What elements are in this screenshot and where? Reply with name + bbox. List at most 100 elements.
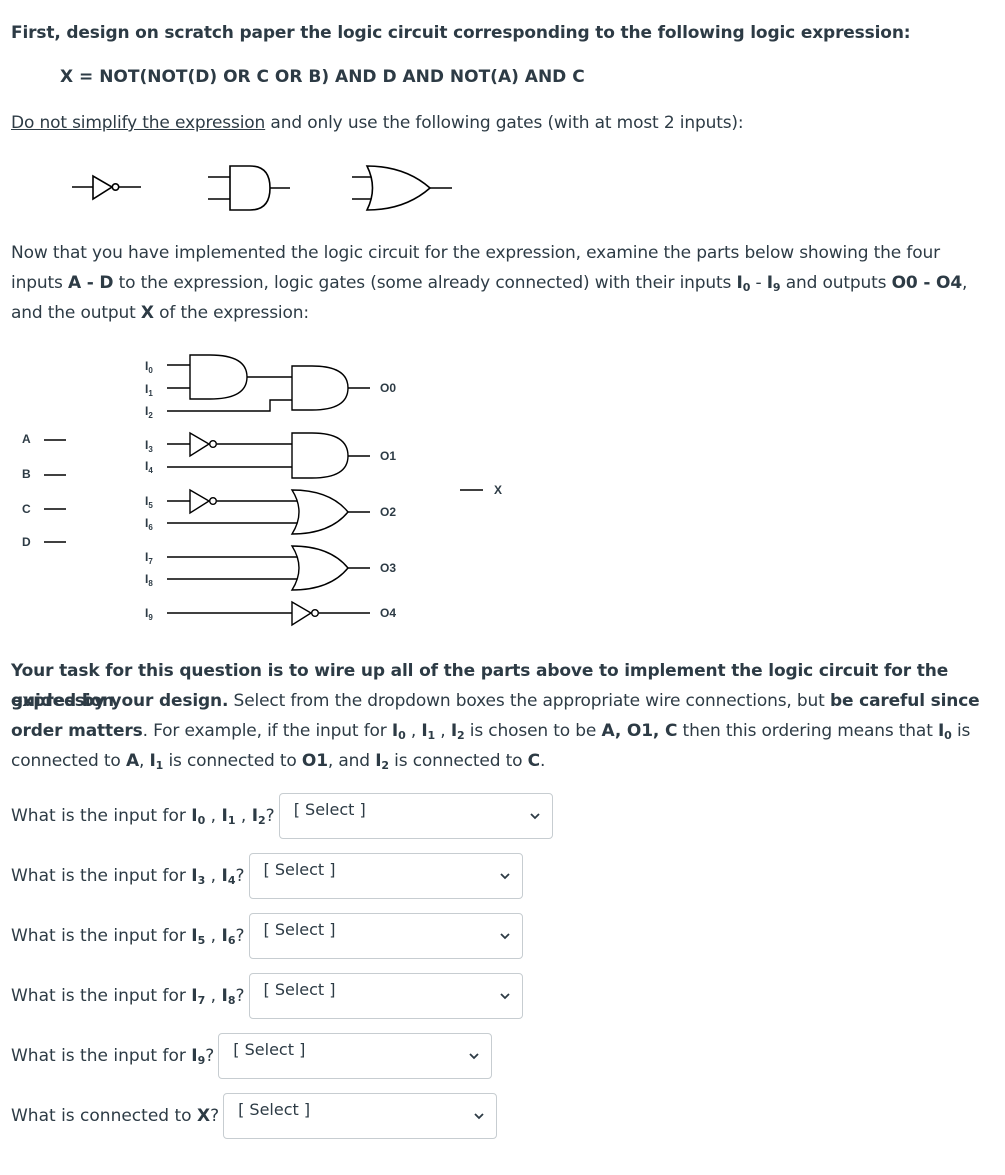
select-value: [ Select ] <box>293 800 366 819</box>
text: A, O1, C <box>601 721 678 741</box>
input-a-label: A <box>22 432 31 446</box>
chevron-down-icon <box>474 1113 484 1120</box>
i0-i1-i2-terms: I0 <box>391 721 406 742</box>
gate-restriction-rest: and only use the following gates (with a… <box>265 113 744 133</box>
label-i8: I8 <box>145 572 153 588</box>
text: C <box>527 751 540 771</box>
text: guided by your design. <box>11 691 229 711</box>
select-value: [ Select ] <box>263 860 336 879</box>
text: inputs <box>11 273 68 293</box>
gate-output-labels: O0 O1 O2 O3 O4 <box>380 381 396 620</box>
text: , <box>962 273 968 293</box>
text: connected to <box>11 751 126 771</box>
label-o1: O1 <box>380 449 396 463</box>
label-o0: O0 <box>380 381 396 395</box>
select-x[interactable]: [ Select ] <box>223 1093 498 1139</box>
question-i0-i1-i2: What is the input for I0 , I1 , I2? [ Se… <box>11 793 553 839</box>
text: is <box>951 721 971 741</box>
label-i6: I6 <box>145 516 153 532</box>
text: is connected to <box>163 751 302 771</box>
outputs-range: O0 - O4 <box>891 273 963 293</box>
i9-term: I9 <box>766 273 781 294</box>
and-gate-0a <box>167 354 292 400</box>
gate-restriction-text: Do not simplify the expression and only … <box>11 108 744 138</box>
label-i2: I2 <box>145 404 153 420</box>
gate-input-labels: I0 I1 I2 I3 I4 I5 I6 I7 I8 I9 <box>145 359 153 622</box>
text: and outputs <box>780 273 892 293</box>
input-d: D <box>22 535 66 549</box>
parts-description-line1: Now that you have implemented the logic … <box>11 243 940 263</box>
question-x: What is connected to X? [ Select ] <box>11 1093 498 1139</box>
label-output-x: X <box>494 483 502 497</box>
question-i9: What is the input for I9? [ Select ] <box>11 1033 493 1079</box>
or-gate-2 <box>167 488 370 535</box>
chevron-down-icon <box>530 813 540 820</box>
output-x-term: X <box>140 303 154 323</box>
question-label: What is the input for I5 , I6? <box>11 926 245 947</box>
label-o4: O4 <box>380 606 396 620</box>
not-gate-i9 <box>167 600 370 627</box>
select-i9[interactable]: [ Select ] <box>218 1033 493 1079</box>
parts-description-line2: inputs A - D to the expression, logic ga… <box>11 268 967 298</box>
text: - <box>750 273 767 293</box>
or-gate-3 <box>167 545 370 591</box>
input-b-label: B <box>22 467 31 481</box>
circuit-inputs: A B C D <box>22 432 66 549</box>
label-i7: I7 <box>145 550 153 566</box>
no-simplify-note: Do not simplify the expression <box>11 113 266 133</box>
input-c: C <box>22 502 66 516</box>
intro-instruction: First, design on scratch paper the logic… <box>11 23 911 43</box>
input-b: B <box>22 467 66 481</box>
label-o3: O3 <box>380 561 396 575</box>
question-label: What is the input for I9? <box>11 1046 215 1067</box>
text: O1 <box>301 751 328 771</box>
i2-term: I2 <box>375 751 389 772</box>
chevron-down-icon <box>499 933 510 940</box>
text: , and <box>327 751 376 771</box>
text: Select from the dropdown boxes the appro… <box>228 691 830 711</box>
question-i7-i8: What is the input for I7 , I8? [ Select … <box>11 973 523 1019</box>
chevron-down-icon <box>469 1053 479 1060</box>
not-gate-i3 <box>189 431 217 458</box>
and-gate-1 <box>167 431 370 479</box>
question-i3-i4: What is the input for I3 , I4? [ Select … <box>11 853 523 899</box>
text: then this ordering means that <box>677 721 938 741</box>
label-o2: O2 <box>380 505 396 519</box>
question-label: What is the input for I7 , I8? <box>11 986 245 1007</box>
label-i5: I5 <box>145 494 153 510</box>
inputs-range: A - D <box>67 273 114 293</box>
select-value: [ Select ] <box>263 920 336 939</box>
chevron-down-icon <box>499 873 510 880</box>
logic-expression: X = NOT(NOT(D) OR C OR B) AND D AND NOT(… <box>60 67 585 87</box>
select-value: [ Select ] <box>238 1100 311 1119</box>
not-gate-i5 <box>189 488 217 515</box>
label-i1: I1 <box>145 382 153 398</box>
select-i0-i1-i2[interactable]: [ Select ] <box>278 793 553 839</box>
text: be careful since <box>829 691 980 711</box>
question-label: What is the input for I0 , I1 , I2? <box>11 806 275 827</box>
text: order matters <box>11 721 143 741</box>
circuit-diagram: A B C D I0 I1 I2 I3 I4 I5 I6 I7 I8 I9 O0… <box>22 354 502 627</box>
text: is connected to <box>388 751 528 771</box>
parts-description-line3: and the output X of the expression: <box>11 298 309 328</box>
text: of the expression: <box>153 303 309 323</box>
and-gate-icon <box>208 165 290 211</box>
text: to the expression, logic gates (some alr… <box>113 273 737 293</box>
select-i3-i4[interactable]: [ Select ] <box>248 853 523 899</box>
text: . <box>539 751 546 771</box>
task-line2: guided by your design. Select from the d… <box>11 686 980 716</box>
select-i7-i8[interactable]: [ Select ] <box>248 973 523 1019</box>
text: , <box>138 751 150 771</box>
input-c-label: C <box>22 502 31 516</box>
label-i0: I0 <box>145 359 153 375</box>
label-i3: I3 <box>145 438 153 454</box>
text: A <box>125 751 139 771</box>
task-line3: order matters. For example, if the input… <box>11 721 971 742</box>
select-i5-i6[interactable]: [ Select ] <box>248 913 523 959</box>
question-label: What is connected to X? <box>11 1106 220 1126</box>
text: . For example, if the input for <box>142 721 392 741</box>
task-line4: connected to A, I1 is connected to O1, a… <box>11 746 545 776</box>
i0-term: I0 <box>736 273 751 294</box>
allowed-gates-legend <box>72 165 452 211</box>
i0-term: I0 <box>937 721 952 742</box>
